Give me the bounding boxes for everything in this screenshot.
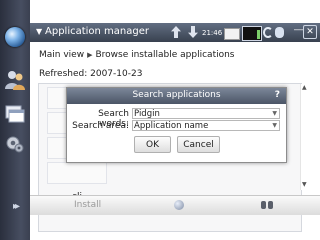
cancel-button[interactable]: Cancel [177,136,220,153]
title-bar: ▼ Application manager 21:46 ― ✕ [30,23,320,42]
app-title[interactable]: Application manager [45,26,149,37]
bluetooth-icon[interactable] [275,27,284,38]
minimize-button[interactable]: ― [294,25,303,35]
search-words-input[interactable]: Pidgin ▼ [132,108,280,119]
scroll-down-icon[interactable]: ▼ [302,181,307,188]
battery-icon[interactable] [242,26,262,41]
search-area-value: Application name [134,121,209,131]
breadcrumb-separator: ▶ [87,51,93,59]
globe-icon[interactable] [5,27,25,47]
scrollbar[interactable] [300,84,311,190]
bottom-toolbar: Install [30,195,320,215]
expand-icon[interactable]: ▸▸ [3,201,27,213]
status-area: 21:46 ― ✕ [171,25,320,41]
search-words-value: Pidgin [134,109,160,119]
refreshed-date: Refreshed: 2007-10-23 [39,69,143,79]
task-navigator: ▸▸ [0,0,30,240]
scroll-up-icon[interactable]: ▲ [302,84,307,91]
search-dialog: Search applications ? Search words: Pidg… [66,87,287,163]
clock[interactable]: 21:46 [202,29,222,37]
search-area-select[interactable]: Application name ▼ [132,120,280,131]
search-icon[interactable] [261,199,273,211]
app-menu-arrow[interactable]: ▼ [36,27,42,36]
windows-icon[interactable] [3,102,27,126]
list-item[interactable] [47,162,107,184]
contacts-icon[interactable] [3,68,27,92]
mail-icon[interactable] [224,28,240,40]
breadcrumb: Main view ▶ Browse installable application… [39,50,235,60]
transfer-down-icon[interactable] [188,26,198,38]
help-icon[interactable]: ? [275,90,280,100]
details-icon[interactable] [174,200,184,210]
ok-button[interactable]: OK [134,136,171,153]
transfer-up-icon[interactable] [171,26,181,38]
dialog-title: Search applications [132,90,221,100]
breadcrumb-current: Browse installable applications [95,50,235,60]
close-button[interactable]: ✕ [303,25,317,39]
dialog-titlebar: Search applications ? [67,88,286,104]
wifi-icon[interactable] [263,27,273,38]
settings-icon[interactable] [3,132,27,156]
chevron-down-icon[interactable]: ▼ [272,109,277,118]
chevron-down-icon[interactable]: ▼ [272,121,277,130]
install-button[interactable]: Install [74,200,101,210]
breadcrumb-root[interactable]: Main view [39,50,84,60]
search-area-label: Search area: [72,121,129,131]
